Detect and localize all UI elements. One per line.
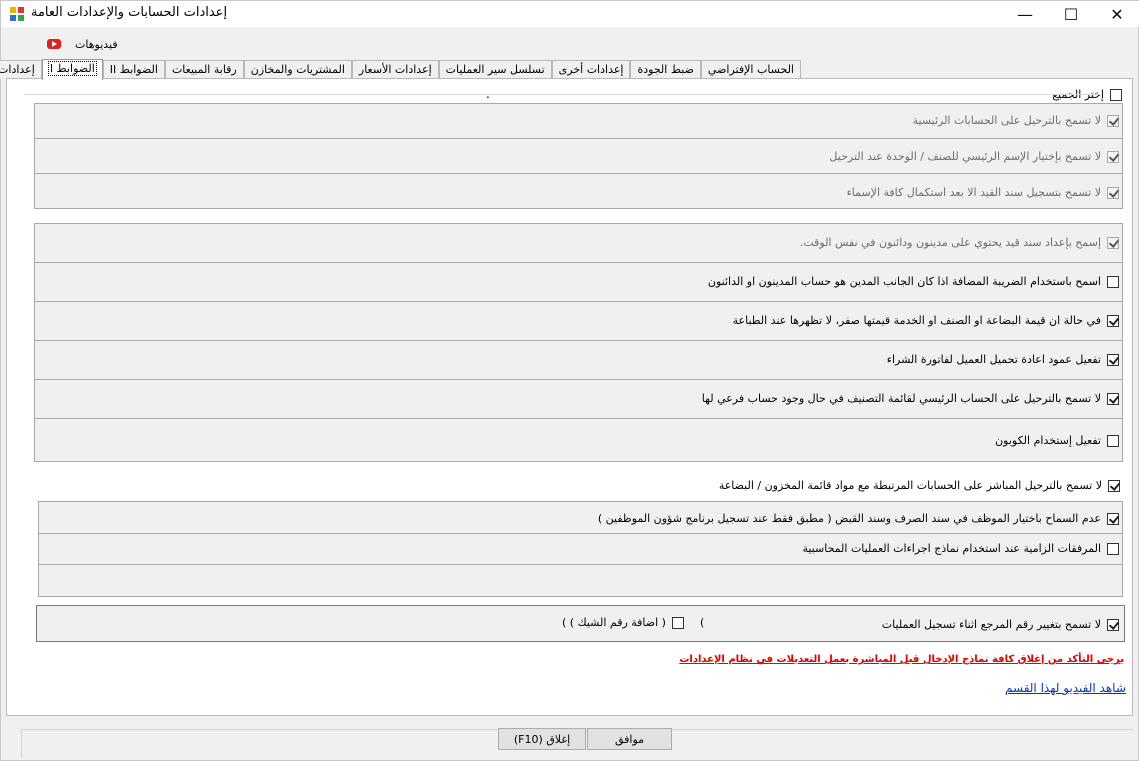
tab-other-settings[interactable]: إعدادات أخرى <box>551 60 631 79</box>
checkbox-box[interactable] <box>1107 275 1119 288</box>
no-change-reference-checkbox[interactable]: لا تسمح بتغيير رقم المرجع اثناء تسجيل ال… <box>882 618 1119 631</box>
warning-text: يرجى التأكد من إغلاق كافة نماذج الإدخال … <box>679 654 1124 665</box>
app-icon <box>10 7 24 21</box>
checkbox-label: في حالة ان قيمة البضاعة او الصنف او الخد… <box>732 314 1101 327</box>
checkbox-box[interactable] <box>1107 314 1119 327</box>
checkbox-box[interactable] <box>1107 114 1119 127</box>
ok-button[interactable]: موافق <box>587 728 672 750</box>
tab-label: الضوابط II <box>109 63 158 76</box>
checkbox-box[interactable] <box>1107 542 1119 555</box>
tab-general-settings[interactable]: إعدادات عامة <box>0 60 42 79</box>
reload-customer-column-checkbox[interactable]: تفعيل عمود اعادة تحميل العميل لفاتورة ال… <box>887 353 1119 366</box>
journal-rules-group <box>34 223 1123 462</box>
checkbox-label: المرفقات الزامية عند استخدام نماذج اجراء… <box>802 542 1101 555</box>
tab-sales-control[interactable]: رقابة المبيعات <box>164 60 244 79</box>
checkbox-box[interactable] <box>671 616 684 629</box>
checkbox-label: لا تسمح بالترحيل على الحسابات الرئيسية <box>912 114 1101 127</box>
checkbox-box[interactable] <box>1107 392 1119 405</box>
checkbox-label: ( اضافة رقم الشيك ) ) <box>562 616 666 629</box>
section-video-link[interactable]: شاهد الفيديو لهذا القسم <box>1005 681 1126 695</box>
checkbox-box[interactable] <box>1110 88 1122 101</box>
checkbox-label: تفعيل إستخدام الكوبون <box>995 434 1101 447</box>
tab-label: تسلسل سير العمليات <box>445 63 545 76</box>
no-direct-posting-checkbox[interactable]: لا تسمح بالترحيل المباشر على الحسابات ال… <box>719 479 1120 492</box>
title-bar: إعدادات الحسابات والإعدادات العامة — ☐ ✕ <box>1 1 1139 27</box>
tab-default-account[interactable]: الحساب الإفتراضي <box>700 60 801 79</box>
checkbox-label: لا تسمح بالترحيل على الحساب الرئيسي لقائ… <box>701 392 1101 405</box>
tab-label: ضبط الجودة <box>637 63 694 76</box>
checkbox-label: لا تسمح بإختيار الإسم الرئيسي للصنف / ال… <box>829 150 1101 163</box>
tab-controls-1[interactable]: الضوابط I <box>41 59 103 80</box>
minimize-button[interactable]: — <box>1002 1 1048 27</box>
checkbox-label: لا تسمح بتسجيل سند القيد الا بعد استكمال… <box>846 186 1101 199</box>
checkbox-label: اسمح باستخدام الضريبة المضافة اذا كان ال… <box>707 275 1101 288</box>
no-main-item-name-checkbox[interactable]: لا تسمح بإختيار الإسم الرئيسي للصنف / ال… <box>829 150 1119 163</box>
checkbox-label: عدم السماح باختيار الموظف في سند الصرف و… <box>597 512 1101 525</box>
checkbox-box[interactable] <box>1107 353 1119 366</box>
tab-label: إعدادات أخرى <box>558 63 624 76</box>
checkbox-box[interactable] <box>1107 618 1119 631</box>
checkbox-box[interactable] <box>1107 236 1119 249</box>
tab-purchases-stores[interactable]: المشتريات والمخازن <box>243 60 352 79</box>
settings-window: إعدادات الحسابات والإعدادات العامة — ☐ ✕… <box>0 0 1139 761</box>
tab-workflow-sequence[interactable]: تسلسل سير العمليات <box>438 60 552 79</box>
checkbox-box[interactable] <box>1107 512 1119 525</box>
window-title: إعدادات الحسابات والإعدادات العامة <box>31 5 228 20</box>
close-window-button[interactable]: ✕ <box>1094 1 1139 27</box>
checkbox-box[interactable] <box>1107 186 1119 199</box>
close-f10-button[interactable]: إغلاق (F10) <box>498 728 586 750</box>
tab-price-settings[interactable]: إعدادات الأسعار <box>351 60 439 79</box>
allow-vat-debit-checkbox[interactable]: اسمح باستخدام الضريبة المضافة اذا كان ال… <box>708 275 1119 288</box>
tab-label: إعدادات عامة <box>0 63 35 76</box>
no-employee-in-vouchers-checkbox[interactable]: عدم السماح باختيار الموظف في سند الصرف و… <box>598 512 1119 525</box>
allow-debit-credit-journal-checkbox[interactable]: إسمح بإعداد سند قيد يحتوي على مدينون ودا… <box>800 236 1119 249</box>
checkbox-box[interactable] <box>1107 150 1119 163</box>
tab-label: رقابة المبيعات <box>171 63 237 76</box>
tab-label: الضوابط I <box>47 61 97 76</box>
add-cheque-number-checkbox[interactable]: ( اضافة رقم الشيك ) ) ( <box>562 616 704 629</box>
youtube-icon <box>47 39 61 49</box>
checkbox-label: لا تسمح بتغيير رقم المرجع اثناء تسجيل ال… <box>881 618 1101 631</box>
tab-label: الحساب الإفتراضي <box>707 63 794 76</box>
maximize-button[interactable]: ☐ <box>1048 1 1094 27</box>
paren-text: ( <box>699 616 705 629</box>
divider <box>24 94 1100 95</box>
checkbox-label: تفعيل عمود اعادة تحميل العميل لفاتورة ال… <box>886 353 1101 366</box>
checkbox-label: لا تسمح بالترحيل المباشر على الحسابات ال… <box>718 479 1102 492</box>
tab-controls-2[interactable]: الضوابط II <box>102 60 165 79</box>
tab-label: إعدادات الأسعار <box>358 63 432 76</box>
checkbox-label: إسمح بإعداد سند قيد يحتوي على مدينون ودا… <box>799 236 1101 249</box>
videos-label: فيديوهات <box>75 37 118 51</box>
checkbox-box[interactable] <box>1108 479 1120 492</box>
tab-label: المشتريات والمخازن <box>250 63 345 76</box>
enable-coupon-checkbox[interactable]: تفعيل إستخدام الكوبون <box>995 434 1119 447</box>
tab-strip: الحساب الإفتراضي ضبط الجودة إعدادات أخرى… <box>0 59 801 80</box>
videos-link[interactable]: فيديوهات <box>47 36 118 52</box>
hide-zero-value-print-checkbox[interactable]: في حالة ان قيمة البضاعة او الصنف او الخد… <box>733 314 1119 327</box>
no-post-main-accounts-checkbox[interactable]: لا تسمح بالترحيل على الحسابات الرئيسية <box>913 114 1119 127</box>
mandatory-attachments-checkbox[interactable]: المرفقات الزامية عند استخدام نماذج اجراء… <box>802 542 1119 555</box>
tab-quality-control[interactable]: ضبط الجودة <box>630 60 701 79</box>
separator-dot: . <box>486 87 490 101</box>
checkbox-box[interactable] <box>1107 434 1119 447</box>
no-journal-before-names-checkbox[interactable]: لا تسمح بتسجيل سند القيد الا بعد استكمال… <box>847 186 1119 199</box>
no-post-classification-main-checkbox[interactable]: لا تسمح بالترحيل على الحساب الرئيسي لقائ… <box>702 392 1119 405</box>
